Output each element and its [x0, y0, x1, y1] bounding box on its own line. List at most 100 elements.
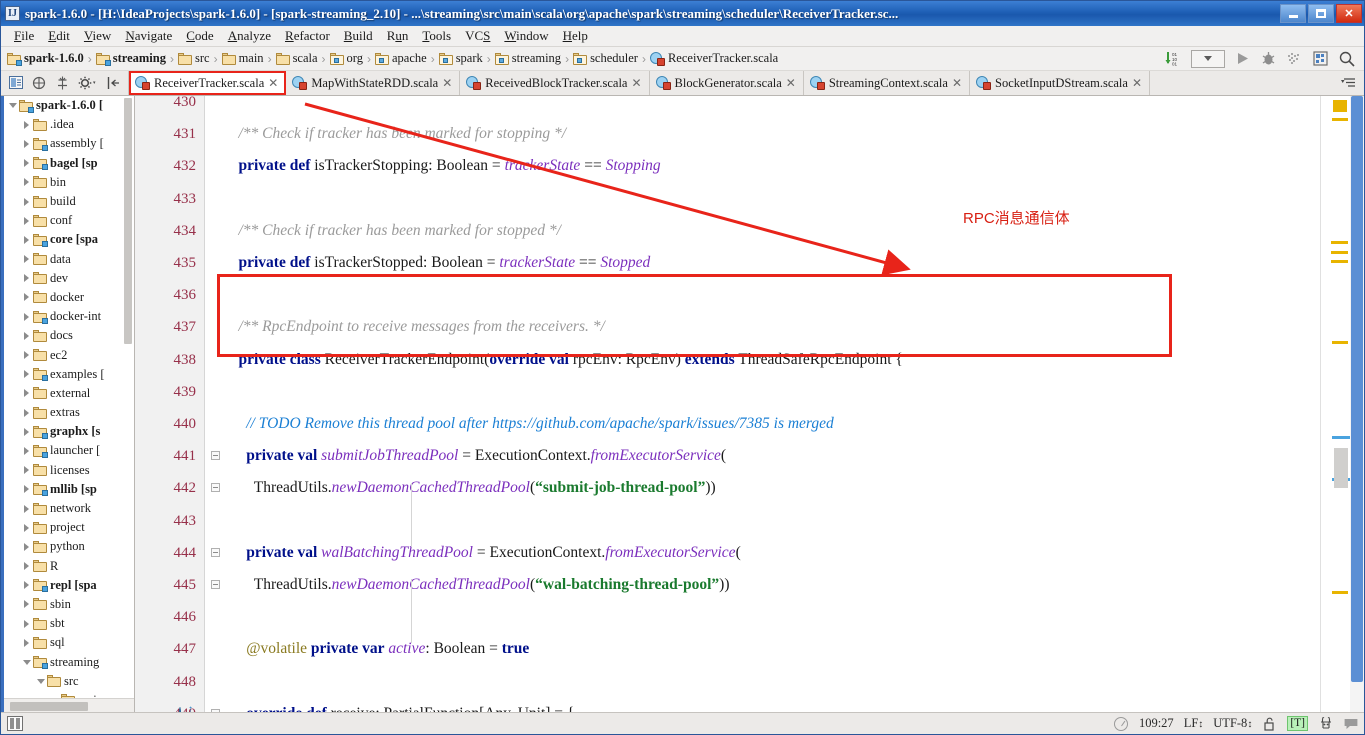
- chevron-down-icon[interactable]: [20, 659, 33, 665]
- tree-node-docker-int[interactable]: docker-int: [4, 307, 134, 326]
- code-fold-marker[interactable]: [211, 708, 220, 712]
- code-line-436[interactable]: [223, 279, 1320, 311]
- code-line-435[interactable]: private def isTrackerStopped: Boolean = …: [223, 247, 1320, 279]
- chevron-right-icon[interactable]: [20, 504, 33, 513]
- code-line-446[interactable]: [223, 601, 1320, 633]
- code-line-438[interactable]: private class ReceiverTrackerEndpoint(ov…: [223, 344, 1320, 376]
- breadcrumb-item-scala[interactable]: scala: [275, 51, 318, 66]
- chevron-right-icon[interactable]: [20, 408, 33, 417]
- tree-horizontal-scrollbar[interactable]: [4, 698, 134, 712]
- chevron-right-icon[interactable]: [20, 370, 33, 379]
- menu-navigate[interactable]: Navigate: [118, 27, 179, 45]
- stripe-marker-info[interactable]: [1332, 436, 1350, 439]
- hide-panel-icon[interactable]: [106, 76, 121, 91]
- project-tree[interactable]: spark-1.6.0 [.idea assembly [bagel [sp bin…: [4, 96, 134, 698]
- chevron-right-icon[interactable]: [20, 542, 33, 551]
- unlocked-icon[interactable]: [1262, 716, 1277, 731]
- tree-node-data[interactable]: data: [4, 250, 134, 269]
- breadcrumb-item-spark[interactable]: spark: [438, 51, 483, 66]
- menu-file[interactable]: File: [7, 27, 41, 45]
- menu-refactor[interactable]: Refactor: [278, 27, 337, 45]
- menu-run[interactable]: Run: [380, 27, 416, 45]
- editor-tab-receivedblocktracker[interactable]: ReceivedBlockTracker.scala ✕: [460, 71, 650, 95]
- menu-help[interactable]: Help: [556, 27, 595, 45]
- close-icon[interactable]: ✕: [1132, 76, 1142, 90]
- stripe-marker-warning[interactable]: [1332, 118, 1348, 121]
- tree-node-examples-[interactable]: examples [: [4, 365, 134, 384]
- editor-tab-receivertracker[interactable]: ReceiverTracker.scala ✕: [129, 71, 287, 95]
- code-line-444[interactable]: private val walBatchingThreadPool = Exec…: [223, 537, 1320, 569]
- tree-node-network[interactable]: network: [4, 499, 134, 518]
- menu-tools[interactable]: Tools: [415, 27, 458, 45]
- stripe-marker-warning[interactable]: [1331, 241, 1348, 244]
- tree-node-core-spa[interactable]: core [spa: [4, 230, 134, 249]
- editor-tab-socketinputdstream[interactable]: SocketInputDStream.scala ✕: [970, 71, 1151, 95]
- tree-node-r[interactable]: R: [4, 557, 134, 576]
- chevron-right-icon[interactable]: [20, 389, 33, 398]
- tree-node-sbin[interactable]: sbin: [4, 595, 134, 614]
- tree-node-mai[interactable]: mai: [4, 691, 134, 698]
- tab-list-menu-icon[interactable]: [1333, 71, 1364, 95]
- chevron-right-icon[interactable]: [20, 619, 33, 628]
- menu-code[interactable]: Code: [179, 27, 220, 45]
- chevron-right-icon[interactable]: [20, 427, 33, 436]
- tree-node-build[interactable]: build: [4, 192, 134, 211]
- editor-tab-mapwithstaterdd[interactable]: MapWithStateRDD.scala ✕: [286, 71, 461, 95]
- tree-node-mllib-sp[interactable]: mllib [sp: [4, 480, 134, 499]
- run-icon[interactable]: [1234, 50, 1251, 67]
- close-icon[interactable]: ✕: [268, 76, 278, 90]
- tree-node-conf[interactable]: conf: [4, 211, 134, 230]
- status-badge[interactable]: [T]: [1287, 716, 1308, 731]
- chevron-right-icon[interactable]: [20, 562, 33, 571]
- chevron-right-icon[interactable]: [20, 523, 33, 532]
- chevron-right-icon[interactable]: [20, 120, 33, 129]
- expand-collapse-icon[interactable]: [55, 76, 70, 91]
- code-text-area[interactable]: /** Check if tracker has been marked for…: [223, 96, 1320, 712]
- background-tasks-icon[interactable]: [1114, 716, 1129, 731]
- editor-scroll-thumb[interactable]: [1351, 96, 1363, 682]
- tree-node-streaming[interactable]: streaming: [4, 652, 134, 671]
- breadcrumb-item-streaming[interactable]: streaming: [494, 51, 561, 66]
- code-fold-marker[interactable]: [211, 547, 220, 557]
- code-line-443[interactable]: [223, 505, 1320, 537]
- breadcrumb-item-main[interactable]: main: [221, 51, 264, 66]
- code-line-441[interactable]: private val submitJobThreadPool = Execut…: [223, 440, 1320, 472]
- code-line-432[interactable]: private def isTrackerStopping: Boolean =…: [223, 150, 1320, 182]
- code-fold-marker[interactable]: [211, 483, 220, 493]
- chevron-right-icon[interactable]: [20, 216, 33, 225]
- code-line-437[interactable]: /** RpcEndpoint to receive messages from…: [223, 311, 1320, 343]
- run-configuration-dropdown-icon[interactable]: [1191, 49, 1225, 68]
- breadcrumb-item-scheduler[interactable]: scheduler: [573, 51, 638, 66]
- debug-icon[interactable]: [1260, 50, 1277, 67]
- code-line-442[interactable]: ThreadUtils. newDaemonCachedThreadPool(“s…: [223, 472, 1320, 504]
- tree-node-src[interactable]: src: [4, 672, 134, 691]
- tree-node-ec2[interactable]: ec2: [4, 345, 134, 364]
- tree-node-external[interactable]: external: [4, 384, 134, 403]
- chevron-right-icon[interactable]: [20, 159, 33, 168]
- chevron-right-icon[interactable]: [20, 139, 33, 148]
- chevron-right-icon[interactable]: [20, 485, 33, 494]
- menu-analyze[interactable]: Analyze: [221, 27, 278, 45]
- breadcrumb-item-src[interactable]: src: [177, 51, 210, 66]
- tree-node-graphx-s[interactable]: graphx [s: [4, 422, 134, 441]
- chevron-right-icon[interactable]: [20, 581, 33, 590]
- search-everywhere-icon[interactable]: [1338, 50, 1355, 67]
- maximize-button[interactable]: [1308, 4, 1334, 23]
- tree-node-project[interactable]: project: [4, 518, 134, 537]
- build-icon[interactable]: [1312, 50, 1329, 67]
- chevron-right-icon[interactable]: [20, 274, 33, 283]
- tree-node-bin[interactable]: bin: [4, 173, 134, 192]
- tree-node-assembly-[interactable]: assembly [: [4, 134, 134, 153]
- chevron-down-icon[interactable]: [6, 103, 19, 109]
- close-icon[interactable]: ✕: [952, 76, 962, 90]
- code-fold-marker[interactable]: [211, 580, 220, 589]
- minimize-button[interactable]: [1280, 4, 1306, 23]
- chevron-right-icon[interactable]: [20, 446, 33, 455]
- stripe-marker-warning[interactable]: [1332, 591, 1348, 594]
- tree-node-docs[interactable]: docs: [4, 326, 134, 345]
- stripe-marker-warning[interactable]: [1331, 251, 1348, 254]
- editor-gutter[interactable]: 430 431 432 433 434 435 436 437 438 439 440 441 442 4…: [135, 96, 205, 712]
- tree-node-bagel-sp[interactable]: bagel [sp: [4, 154, 134, 173]
- code-line-431[interactable]: /** Check if tracker has been marked for…: [223, 118, 1320, 150]
- coverage-icon[interactable]: [1286, 50, 1303, 67]
